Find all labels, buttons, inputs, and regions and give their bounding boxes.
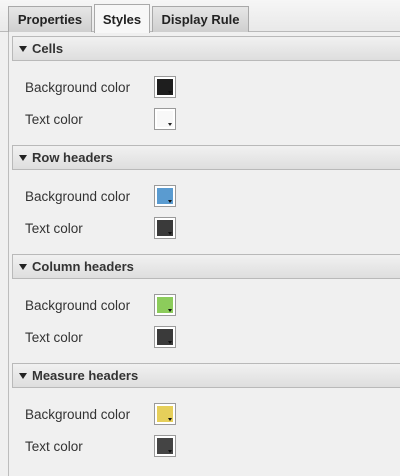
measure-headers-text-color-picker[interactable] [154,435,176,457]
section-header-row-headers[interactable]: Row headers [12,145,400,170]
section-header-cells[interactable]: Cells [12,36,400,61]
color-swatch-fill [157,220,173,236]
row-headers-text-color-picker[interactable] [154,217,176,239]
collapse-triangle-icon [19,372,27,379]
color-swatch-fill [157,188,173,204]
panel-border [8,32,9,476]
tab-display-rule[interactable]: Display Rule [152,6,249,32]
tab-display-rule-label: Display Rule [161,12,240,27]
section-title-row-headers: Row headers [32,150,113,165]
measure-headers-background-row: Background color [12,398,400,430]
column-headers-text-color-picker[interactable] [154,326,176,348]
tab-styles-label: Styles [102,11,142,27]
section-header-measure-headers[interactable]: Measure headers [12,363,400,388]
cells-background-label: Background color [25,79,131,95]
row-headers-background-color-picker[interactable] [154,185,176,207]
dropdown-arrow-icon [168,450,172,453]
section-body-measure-headers: Background color Text color [12,388,400,472]
column-headers-text-row: Text color [12,321,400,353]
measure-headers-background-color-picker[interactable] [154,403,176,425]
collapse-triangle-icon [19,45,27,52]
measure-headers-background-label: Background color [25,406,131,422]
section-body-row-headers: Background color Text color [12,170,400,254]
cells-text-color-picker[interactable] [154,108,176,130]
tab-bar: Properties Styles Display Rule [0,0,400,33]
dropdown-arrow-icon [168,200,172,203]
tab-styles[interactable]: Styles [94,4,150,33]
section-header-column-headers[interactable]: Column headers [12,254,400,279]
row-headers-text-label: Text color [25,220,83,236]
tab-properties-label: Properties [17,12,83,27]
collapse-triangle-icon [19,154,27,161]
section-title-cells: Cells [32,41,64,56]
color-swatch-fill [157,297,173,313]
cells-text-row: Text color [12,103,400,135]
cells-background-row: Background color [12,71,400,103]
dropdown-arrow-icon [168,91,172,94]
column-headers-background-row: Background color [12,289,400,321]
color-swatch-fill [157,329,173,345]
section-title-column-headers: Column headers [32,259,134,274]
column-headers-text-label: Text color [25,329,83,345]
measure-headers-text-row: Text color [12,430,400,462]
color-swatch-fill [157,79,173,95]
column-headers-background-color-picker[interactable] [154,294,176,316]
color-swatch-fill [157,406,173,422]
dropdown-arrow-icon [168,309,172,312]
row-headers-background-label: Background color [25,188,131,204]
styles-panel: Cells Background color Text color Row he… [12,36,400,476]
section-body-cells: Background color Text color [12,61,400,145]
dropdown-arrow-icon [168,232,172,235]
row-headers-text-row: Text color [12,212,400,244]
cells-text-label: Text color [25,111,83,127]
tab-properties[interactable]: Properties [8,6,92,32]
column-headers-background-label: Background color [25,297,131,313]
dropdown-arrow-icon [168,418,172,421]
cells-background-color-picker[interactable] [154,76,176,98]
dropdown-arrow-icon [168,341,172,344]
collapse-triangle-icon [19,263,27,270]
row-headers-background-row: Background color [12,180,400,212]
color-swatch-fill [157,438,173,454]
measure-headers-text-label: Text color [25,438,83,454]
dropdown-arrow-icon [168,123,172,126]
section-body-column-headers: Background color Text color [12,279,400,363]
section-title-measure-headers: Measure headers [32,368,139,383]
color-swatch-fill [157,111,173,127]
